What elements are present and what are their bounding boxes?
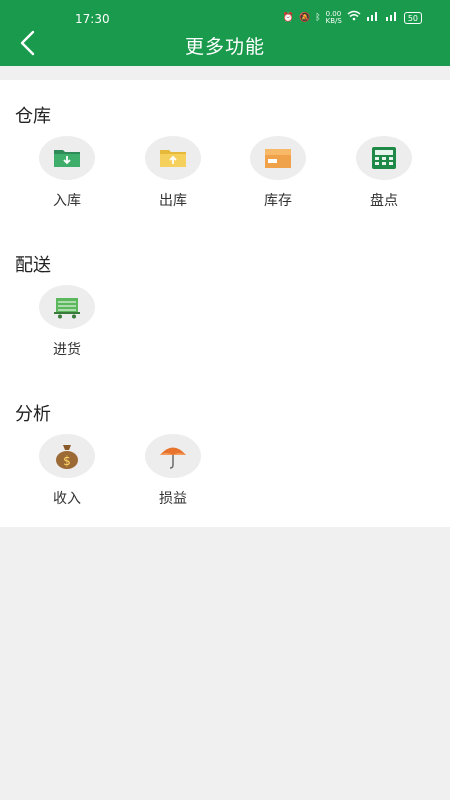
wifi-icon [347, 10, 361, 25]
status-time: 17:30 [75, 12, 110, 26]
alarm-icon: ⏰ [282, 12, 294, 23]
umbrella-icon [160, 447, 186, 469]
box-icon [265, 149, 291, 168]
money-bag-icon: $ [56, 445, 78, 469]
grid-item-outbound[interactable]: 出库 [120, 136, 226, 216]
calculator-icon [372, 147, 396, 169]
mute-icon: 🔕 [298, 12, 311, 23]
grid-item-profit-loss[interactable]: 损益 [120, 434, 226, 514]
folder-upload-icon [160, 150, 186, 167]
item-label: 收入 [53, 491, 81, 507]
page-title: 更多功能 [184, 36, 265, 58]
status-bar: 17:30 ⏰ 🔕 ᛒ 0.00 KB/S 50 [0, 0, 450, 28]
status-icons: ⏰ 🔕 ᛒ 0.00 KB/S 50 [283, 10, 422, 25]
section-title: 分析 [15, 404, 51, 425]
grid-item-stock[interactable]: 库存 [225, 136, 331, 216]
net-speed: 0.00 KB/S [325, 9, 342, 25]
item-label: 入库 [53, 193, 81, 209]
item-label: 进货 [53, 342, 81, 358]
svg-text:$: $ [63, 454, 71, 468]
grid-item-inbound[interactable]: 入库 [14, 136, 120, 216]
grid-item-inventory-check[interactable]: 盘点 [331, 136, 437, 216]
item-label: 库存 [264, 193, 292, 209]
section-title: 配送 [15, 255, 51, 276]
cart-icon [54, 298, 80, 319]
feature-panel: 仓库 入库 出库 库存 盘点 配送 进货 分析 $ 收入 损益 [0, 80, 450, 527]
battery-indicator: 50 [403, 11, 422, 24]
header-bar: 17:30 ⏰ 🔕 ᛒ 0.00 KB/S 50 更多功能 [0, 0, 450, 66]
section-title: 仓库 [15, 106, 51, 127]
folder-download-icon [54, 150, 80, 167]
bluetooth-icon: ᛒ [315, 12, 321, 23]
grid-item-income[interactable]: $ 收入 [14, 434, 120, 514]
signal-icon-2 [385, 10, 399, 25]
grid-item-purchase[interactable]: 进货 [14, 285, 120, 365]
item-label: 出库 [159, 193, 187, 209]
item-label: 损益 [159, 491, 187, 507]
item-label: 盘点 [370, 193, 398, 209]
signal-icon [366, 10, 380, 25]
